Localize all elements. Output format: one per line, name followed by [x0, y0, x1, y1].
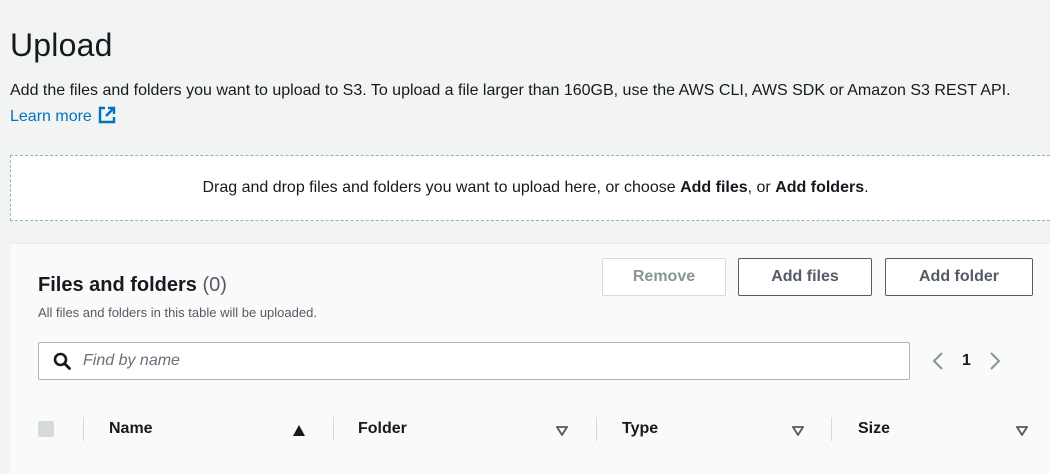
column-divider	[83, 417, 84, 441]
search-input[interactable]	[81, 351, 865, 371]
pagination: 1	[932, 342, 1001, 380]
learn-more-label: Learn more	[10, 108, 92, 125]
sort-caret-down-icon[interactable]	[1015, 423, 1029, 441]
page-description: Add the files and folders you want to up…	[10, 78, 1050, 133]
dropzone-text-before: Drag and drop files and folders you want…	[202, 179, 681, 196]
column-header-folder[interactable]: Folder	[358, 409, 407, 449]
learn-more-link[interactable]: Learn more	[10, 106, 116, 125]
add-folder-button[interactable]: Add folder	[885, 258, 1033, 296]
column-divider	[333, 417, 334, 441]
table-header: Name Folder Type Size	[10, 409, 1050, 449]
search-icon	[53, 352, 71, 370]
panel-title: Files and folders (0)	[38, 274, 227, 297]
column-divider	[596, 417, 597, 441]
description-text: Add the files and folders you want to up…	[10, 82, 1011, 99]
column-divider	[831, 417, 832, 441]
sort-ascending-icon[interactable]	[293, 423, 305, 441]
search-box	[38, 342, 910, 380]
column-header-type[interactable]: Type	[622, 409, 658, 449]
select-all-checkbox[interactable]	[38, 421, 54, 437]
chevron-left-icon[interactable]	[932, 351, 944, 371]
dropzone-text-mid: , or	[747, 179, 776, 196]
column-header-size[interactable]: Size	[858, 409, 890, 449]
remove-button[interactable]: Remove	[602, 258, 726, 296]
add-files-button[interactable]: Add files	[738, 258, 872, 296]
sort-caret-down-icon[interactable]	[791, 423, 805, 441]
panel-subtitle: All files and folders in this table will…	[38, 305, 317, 320]
dropzone-text: Drag and drop files and folders you want…	[202, 179, 868, 197]
chevron-right-icon[interactable]	[989, 351, 1001, 371]
file-count: (0)	[202, 274, 227, 296]
drop-zone[interactable]: Drag and drop files and folders you want…	[10, 155, 1050, 221]
page-title: Upload	[10, 27, 113, 64]
dropzone-add-files-hint: Add files	[680, 179, 748, 196]
sort-caret-down-icon[interactable]	[555, 423, 569, 441]
current-page-number[interactable]: 1	[962, 352, 971, 370]
files-and-folders-panel: Files and folders (0) All files and fold…	[10, 243, 1050, 474]
dropzone-add-folders-hint: Add folders	[775, 179, 865, 196]
panel-title-text: Files and folders	[38, 274, 197, 296]
external-link-icon	[98, 106, 116, 133]
dropzone-text-after: .	[864, 179, 869, 196]
column-header-name[interactable]: Name	[109, 409, 153, 449]
